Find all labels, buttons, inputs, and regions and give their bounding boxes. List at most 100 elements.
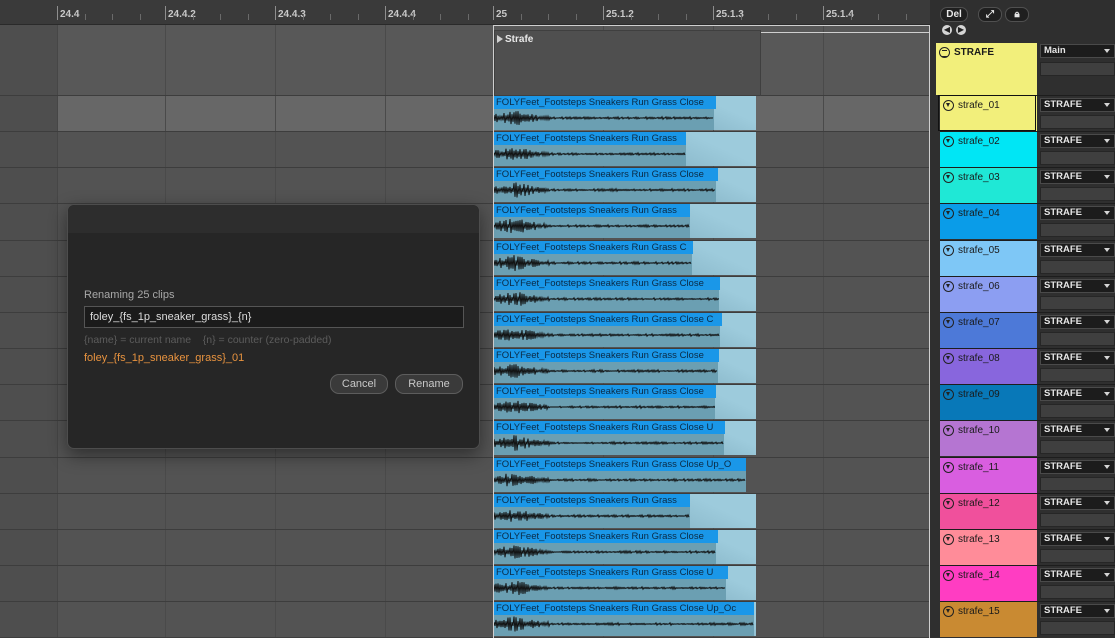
track-header[interactable]: strafe_05 [940,240,1037,276]
track-fold-icon[interactable] [943,497,954,509]
audio-clip[interactable]: FOLYFeet_Footsteps Sneakers Run Grass [494,204,756,239]
track-output-select[interactable]: STRAFE [1040,206,1115,221]
track-header[interactable]: strafe_13 [940,529,1037,565]
track-fold-icon[interactable] [943,606,954,618]
track-header[interactable]: strafe_10 [940,421,1037,457]
audio-clip[interactable]: FOLYFeet_Footsteps Sneakers Run Grass [494,132,756,167]
track-output-select[interactable]: STRAFE [1040,604,1115,619]
track-output-select[interactable]: STRAFE [1040,314,1115,329]
delete-button[interactable]: Del [940,7,968,22]
track-output-select[interactable]: STRAFE [1040,567,1115,582]
ruler-subtick [330,14,331,20]
ruler-label: 24.4 [60,9,80,20]
track-fold-icon[interactable] [943,208,954,220]
track-output-channel[interactable] [1040,548,1115,563]
rename-dialog: Renaming 25 clips foley_{fs_1p_sneaker_g… [67,204,480,449]
track-output-channel[interactable] [1040,621,1115,636]
track-header[interactable]: strafe_14 [940,565,1037,601]
track-fold-icon[interactable] [943,136,954,148]
track-output-select[interactable]: STRAFE [1040,531,1115,546]
audio-clip[interactable]: FOLYFeet_Footsteps Sneakers Run Grass Cl… [494,565,756,600]
track-output-select[interactable]: STRAFE [1040,387,1115,402]
track-output-channel[interactable] [1040,512,1115,527]
track-header[interactable]: strafe_15 [940,602,1037,638]
track-output-channel[interactable] [1040,151,1115,166]
track-fold-icon[interactable] [943,533,954,545]
ruler-tick [385,6,386,20]
group-track-header[interactable]: STRAFE [936,43,1037,95]
track-header[interactable]: strafe_09 [940,385,1037,421]
track-header[interactable]: strafe_04 [940,204,1037,240]
track-output-select[interactable]: STRAFE [1040,423,1115,438]
audio-clip[interactable]: FOLYFeet_Footsteps Sneakers Run Grass Cl… [494,457,746,492]
track-header[interactable]: strafe_03 [940,168,1037,204]
track-fold-icon[interactable] [943,389,954,401]
ruler-subtick [412,14,414,20]
rename-button[interactable]: Rename [395,374,463,394]
track-output-channel[interactable] [1040,295,1115,310]
track-output-select[interactable]: STRAFE [1040,170,1115,185]
track-output-select[interactable]: STRAFE [1040,134,1115,149]
timeline-ruler[interactable]: 24.4 24.4.2 24.4.3 24.4.4 25 25.1.2 25.1.3 25.1… [0,0,930,25]
nav-left-icon[interactable]: ◀ [942,25,952,35]
track-name: strafe_15 [958,606,1000,618]
track-header[interactable]: strafe_08 [940,349,1037,385]
track-fold-icon[interactable] [943,461,954,473]
cancel-button[interactable]: Cancel [330,374,388,394]
lock-icon[interactable]: 🔒︎ [1005,7,1029,22]
track-header[interactable]: strafe_11 [940,457,1037,493]
track-output-channel[interactable] [1040,440,1115,455]
audio-clip[interactable]: FOLYFeet_Footsteps Sneakers Run Grass [494,493,756,528]
track-header[interactable]: strafe_06 [940,276,1037,312]
track-output-channel[interactable] [1040,115,1115,129]
track-output-channel[interactable] [1040,368,1115,383]
audio-clip[interactable]: FOLYFeet_Footsteps Sneakers Run Grass C [494,240,756,275]
track-output-channel[interactable] [1040,187,1115,202]
waveform [494,148,686,160]
waveform [494,111,714,125]
track-output-channel[interactable] [1040,223,1115,238]
track-fold-icon[interactable] [943,280,954,292]
track-header[interactable]: strafe_12 [940,493,1037,529]
waveform [494,182,716,198]
track-fold-icon[interactable] [943,425,954,437]
nav-right-icon[interactable]: ▶ [956,25,966,35]
audio-clip[interactable]: FOLYFeet_Footsteps Sneakers Run Grass Cl… [494,96,756,130]
audio-clip[interactable]: FOLYFeet_Footsteps Sneakers Run Grass Cl… [494,349,756,384]
fold-button[interactable]: ⤢ [978,7,1002,22]
audio-clip[interactable]: FOLYFeet_Footsteps Sneakers Run Grass Cl… [494,385,756,420]
track-fold-icon[interactable] [943,244,954,256]
group-output-select[interactable]: Main [1040,44,1115,58]
clip-name: FOLYFeet_Footsteps Sneakers Run Grass C [496,241,687,253]
group-clip[interactable]: Strafe [494,30,761,96]
track-output-channel[interactable] [1040,259,1115,274]
audio-clip[interactable]: FOLYFeet_Footsteps Sneakers Run Grass Cl… [494,168,756,203]
waveform [494,254,692,271]
track-output-channel[interactable] [1040,331,1115,346]
audio-clip[interactable]: FOLYFeet_Footsteps Sneakers Run Grass Cl… [494,602,756,637]
track-fold-icon[interactable] [943,569,954,581]
track-output-select[interactable]: STRAFE [1040,242,1115,257]
track-header[interactable]: strafe_07 [940,312,1037,348]
track-header-separator [940,275,1115,277]
track-output-channel[interactable] [1040,404,1115,419]
track-output-select[interactable]: STRAFE [1040,459,1115,474]
track-fold-icon[interactable] [943,316,954,328]
track-output-channel[interactable] [1040,476,1115,491]
clip-name: FOLYFeet_Footsteps Sneakers Run Grass Cl… [496,313,714,325]
track-output-select[interactable]: STRAFE [1040,98,1115,112]
audio-clip[interactable]: FOLYFeet_Footsteps Sneakers Run Grass Cl… [494,312,756,347]
group-fold-icon[interactable] [939,47,950,58]
track-fold-icon[interactable] [943,172,954,184]
track-output-select[interactable]: STRAFE [1040,495,1115,510]
audio-clip[interactable]: FOLYFeet_Footsteps Sneakers Run Grass Cl… [494,421,756,456]
audio-clip[interactable]: FOLYFeet_Footsteps Sneakers Run Grass Cl… [494,276,756,311]
track-output-channel[interactable] [1040,584,1115,599]
track-output-select[interactable]: STRAFE [1040,351,1115,366]
track-header[interactable]: strafe_02 [940,132,1037,168]
track-output-select[interactable]: STRAFE [1040,278,1115,293]
track-fold-icon[interactable] [943,353,954,365]
audio-clip[interactable]: FOLYFeet_Footsteps Sneakers Run Grass Cl… [494,529,756,564]
group-output-channel[interactable] [1040,62,1115,76]
rename-pattern-input[interactable]: foley_{fs_1p_sneaker_grass}_{n} [84,306,464,328]
